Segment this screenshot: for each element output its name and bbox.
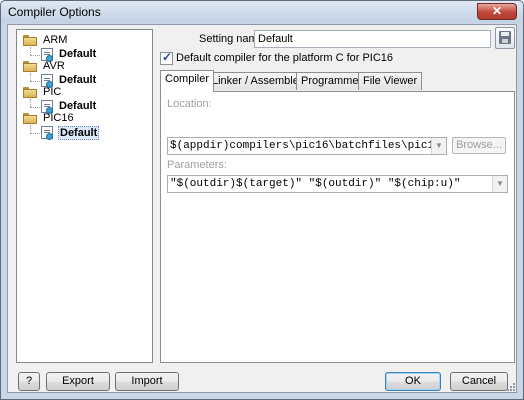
default-compiler-label: Default compiler for the platform C for … (176, 52, 394, 64)
ok-button[interactable]: OK (385, 372, 441, 391)
folder-icon (23, 61, 37, 72)
compiler-tree[interactable]: ARM Default AVR Default PIC Default PIC1… (16, 29, 153, 363)
dialog-client-area: ARM Default AVR Default PIC Default PIC1… (7, 24, 517, 393)
location-combobox[interactable]: $(appdir)compilers\pic16\batchfiles\pic1… (167, 137, 447, 155)
browse-button[interactable]: Browse... (452, 137, 506, 154)
window-title: Compiler Options (8, 5, 101, 19)
tree-node-label: PIC (43, 86, 62, 98)
parameters-value: "$(outdir)$(target)" "$(outdir)" "$(chip… (170, 178, 461, 190)
save-button[interactable] (495, 27, 515, 49)
default-compiler-checkbox[interactable]: ✓ (160, 50, 173, 65)
tree-item-label: Default (59, 100, 97, 112)
compiler-options-window: Compiler Options ✕ ARM Default AVR Defau… (0, 0, 524, 400)
tree-item-label: Default (59, 48, 97, 60)
chevron-down-icon[interactable]: ▼ (492, 176, 507, 192)
setting-name-input[interactable]: Default (254, 30, 491, 48)
tree-connector (30, 47, 31, 55)
parameters-combobox[interactable]: "$(outdir)$(target)" "$(outdir)" "$(chip… (167, 175, 508, 193)
location-value: $(appdir)compilers\pic16\batchfiles\pic1… (170, 140, 441, 152)
tree-connector (30, 99, 31, 107)
chevron-down-icon[interactable]: ▼ (431, 138, 446, 154)
tree-connector (30, 133, 40, 134)
tab-file-viewer[interactable]: File Viewer (358, 72, 423, 90)
tree-node-label: PIC16 (43, 112, 74, 124)
tree-connector (30, 107, 40, 108)
tree-connector (30, 81, 40, 82)
tab-programmer[interactable]: Programmer (296, 72, 368, 90)
check-mark-icon: ✓ (162, 50, 173, 64)
resize-grip-icon[interactable] (505, 381, 515, 391)
location-label: Location: (167, 98, 212, 110)
floppy-disk-icon (499, 31, 511, 44)
tab-linker-assembler[interactable]: Linker / Assembler (207, 72, 308, 90)
import-button[interactable]: Import (115, 372, 179, 391)
help-button[interactable]: ? (18, 372, 40, 391)
config-document-icon (41, 126, 53, 140)
tab-compiler[interactable]: Compiler (160, 70, 215, 92)
tree-connector (30, 73, 31, 81)
tree-connector (30, 125, 31, 133)
export-button[interactable]: Export (46, 372, 110, 391)
tree-node-label: AVR (43, 60, 65, 72)
tree-item-label-selected: Default (58, 126, 100, 140)
title-bar[interactable]: Compiler Options ✕ (1, 1, 523, 23)
tree-connector (30, 55, 40, 56)
folder-icon (23, 35, 37, 46)
folder-icon (23, 87, 37, 98)
close-button[interactable]: ✕ (477, 3, 517, 20)
parameters-label: Parameters: (167, 159, 227, 171)
compiler-tab-panel: Location: $(appdir)compilers\pic16\batch… (160, 91, 515, 363)
tree-node-label: ARM (43, 34, 68, 46)
folder-icon (23, 113, 37, 124)
tree-item-label: Default (59, 74, 97, 86)
cancel-button[interactable]: Cancel (450, 372, 508, 391)
